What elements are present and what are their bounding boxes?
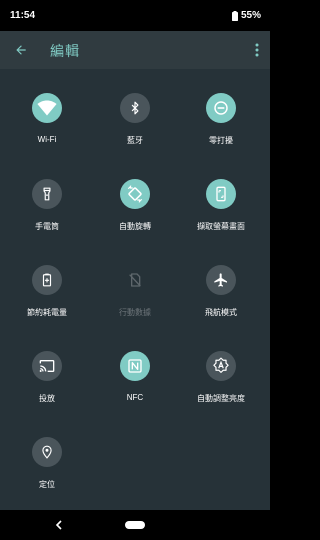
arrow-left-icon: [16, 45, 26, 55]
tile-label: NFC: [126, 393, 144, 402]
tile-label: 定位: [39, 480, 55, 489]
tile-label: 手電筒: [35, 222, 59, 231]
tile-battery-saver[interactable]: 節約耗電量: [7, 241, 87, 317]
status-right: 55%: [231, 10, 261, 21]
tile-screenshot[interactable]: 擷取螢幕畫面: [181, 155, 261, 231]
nav-back-icon[interactable]: [53, 519, 65, 531]
navigation-bar: [0, 510, 270, 540]
tile-auto-rotate[interactable]: 自動旋轉: [95, 155, 175, 231]
battery-saver-icon: [42, 273, 52, 287]
auto-brightness-icon: [213, 357, 229, 373]
tile-flashlight[interactable]: 手電筒: [7, 155, 87, 231]
tile-nfc-circle: [120, 351, 150, 381]
tile-wifi-circle: [32, 93, 62, 123]
battery-percent: 55%: [240, 10, 261, 21]
tile-bluetooth-circle: [120, 93, 150, 123]
tile-label: 自動調整亮度: [197, 394, 245, 403]
page-title: 編輯: [50, 43, 80, 59]
screenshot-icon: [216, 186, 226, 202]
status-time: 11:54: [10, 10, 36, 21]
tile-bluetooth[interactable]: 藍牙: [95, 69, 175, 145]
nfc-icon: [128, 359, 142, 373]
tile-label: 飛航模式: [205, 308, 237, 317]
app-bar: 編輯: [0, 31, 270, 69]
tile-label: 行動數據: [119, 308, 151, 317]
tile-do-not-disturb[interactable]: 零打擾: [181, 69, 261, 145]
cast-icon: [39, 360, 55, 372]
tile-label: 投放: [39, 394, 55, 403]
tile-mobile-data-circle: [120, 265, 150, 295]
tile-dnd-circle: [206, 93, 236, 123]
nav-home-pill[interactable]: [125, 521, 145, 529]
tile-screenshot-circle: [206, 179, 236, 209]
tile-auto-brightness[interactable]: 自動調整亮度: [181, 327, 261, 403]
tile-auto-brightness-circle: [206, 351, 236, 381]
tile-cast-circle: [32, 351, 62, 381]
flashlight-icon: [43, 187, 51, 201]
overflow-menu-button[interactable]: [250, 39, 264, 61]
status-bar: 11:54 55%: [0, 0, 270, 31]
tile-location[interactable]: 定位: [7, 413, 87, 489]
tile-label: 自動旋轉: [119, 222, 151, 231]
tile-label: Wi-Fi: [37, 135, 57, 144]
airplane-icon: [214, 273, 227, 287]
location-icon: [42, 445, 52, 459]
mobile-data-off-icon: [129, 273, 141, 287]
tile-airplane[interactable]: 飛航模式: [181, 241, 261, 317]
tile-label: 節約耗電量: [27, 308, 67, 317]
wifi-icon: [37, 100, 57, 116]
tile-nfc[interactable]: NFC: [95, 327, 175, 402]
do-not-disturb-icon: [214, 101, 228, 115]
tile-cast[interactable]: 投放: [7, 327, 87, 403]
more-vertical-icon: [255, 43, 259, 57]
tile-auto-rotate-circle: [120, 179, 150, 209]
auto-rotate-icon: [127, 185, 143, 203]
quick-settings-grid: Wi-Fi 藍牙 零打擾 手電筒 自動旋轉 擷取螢幕畫面 節約耗電量 行動數據 …: [0, 69, 270, 510]
bluetooth-icon: [131, 101, 139, 115]
tile-airplane-circle: [206, 265, 236, 295]
tile-mobile-data[interactable]: 行動數據: [95, 241, 175, 317]
tile-wifi[interactable]: Wi-Fi: [7, 69, 87, 144]
tile-label: 藍牙: [127, 136, 143, 145]
battery-icon: [231, 10, 238, 21]
back-button[interactable]: [10, 39, 32, 61]
tile-battery-saver-circle: [32, 265, 62, 295]
tile-label: 零打擾: [209, 136, 233, 145]
tile-label: 擷取螢幕畫面: [197, 222, 245, 231]
tile-flashlight-circle: [32, 179, 62, 209]
tile-location-circle: [32, 437, 62, 467]
